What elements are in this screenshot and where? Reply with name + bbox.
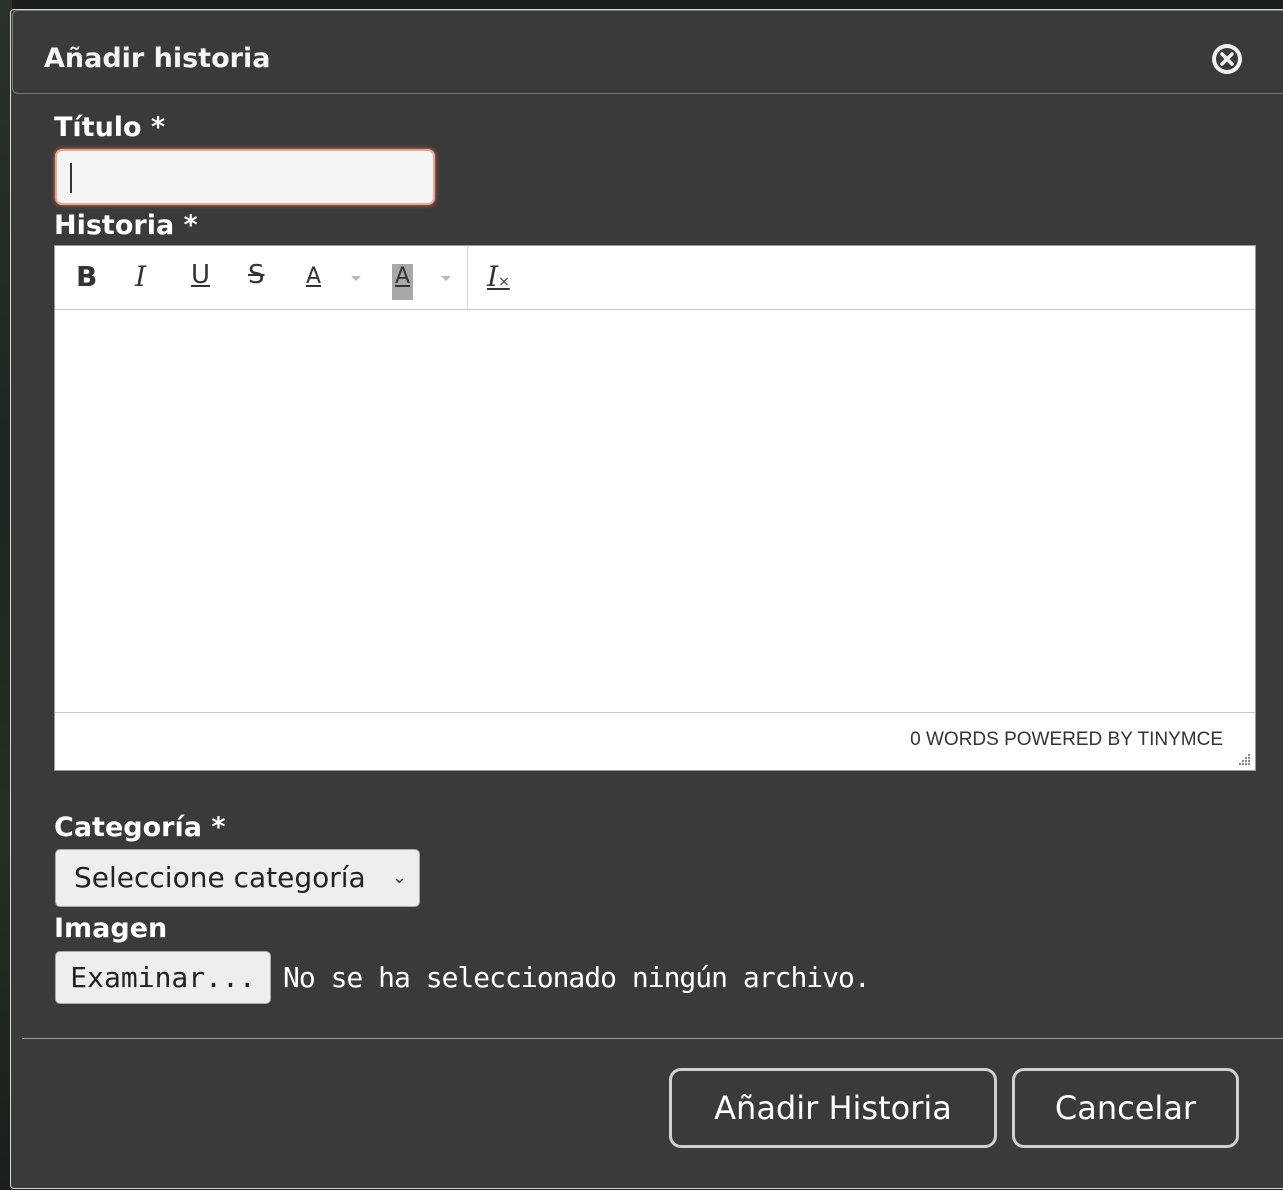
- underline-button[interactable]: U: [191, 260, 210, 296]
- close-circle-icon[interactable]: [1210, 42, 1244, 76]
- toolbar-separator: [467, 246, 468, 309]
- footer-divider: [22, 1038, 1283, 1039]
- bold-button[interactable]: B: [76, 260, 97, 296]
- historia-label: Historia *: [54, 210, 198, 241]
- editor-statusbar: 0 WORDS POWERED BY TINYMCE: [55, 712, 1255, 770]
- text-caret: [70, 163, 72, 193]
- titulo-label: Título *: [54, 112, 166, 143]
- clear-format-button[interactable]: I×: [487, 260, 510, 296]
- no-file-text: No se ha seleccionado ningún archivo.: [283, 961, 871, 994]
- categoria-label: Categoría *: [54, 812, 226, 843]
- dialog-title: Añadir historia: [44, 43, 271, 74]
- text-color-button[interactable]: A: [306, 264, 321, 300]
- clear-format-icon: I: [487, 260, 499, 293]
- strikethrough-button[interactable]: S: [248, 260, 265, 296]
- browse-button[interactable]: Examinar...: [55, 951, 271, 1004]
- editor-toolbar: B I U S A A I×: [55, 246, 1255, 310]
- chevron-down-icon: ⌄: [391, 867, 407, 888]
- rich-text-editor[interactable]: B I U S A A I× 0 WORDS POWERED BY TINYMC…: [54, 245, 1256, 771]
- word-count-status: 0 WORDS POWERED BY TINYMCE: [910, 729, 1223, 750]
- add-story-button[interactable]: Añadir Historia: [669, 1068, 997, 1148]
- cancel-button[interactable]: Cancelar: [1012, 1068, 1239, 1148]
- bg-color-button[interactable]: A: [392, 264, 414, 300]
- imagen-label: Imagen: [54, 913, 168, 944]
- categoria-select[interactable]: Seleccione categoría ⌄: [55, 849, 420, 907]
- resize-handle-icon[interactable]: [1235, 750, 1251, 766]
- categoria-selected-value: Seleccione categoría: [74, 861, 366, 894]
- italic-button[interactable]: I: [135, 260, 146, 296]
- titulo-input[interactable]: [55, 149, 435, 205]
- text-color-chevron-icon[interactable]: [351, 276, 361, 281]
- bg-color-chevron-icon[interactable]: [441, 276, 451, 281]
